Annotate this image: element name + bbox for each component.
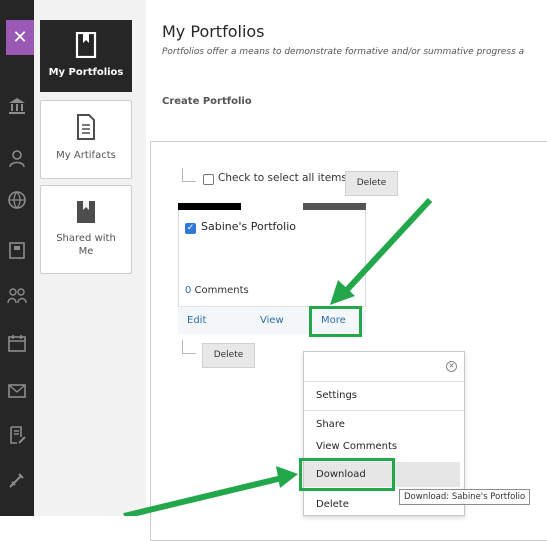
- arrow-to-download: [123, 466, 298, 516]
- annotation-arrows: [123, 197, 433, 516]
- arrow-to-more: [330, 197, 433, 305]
